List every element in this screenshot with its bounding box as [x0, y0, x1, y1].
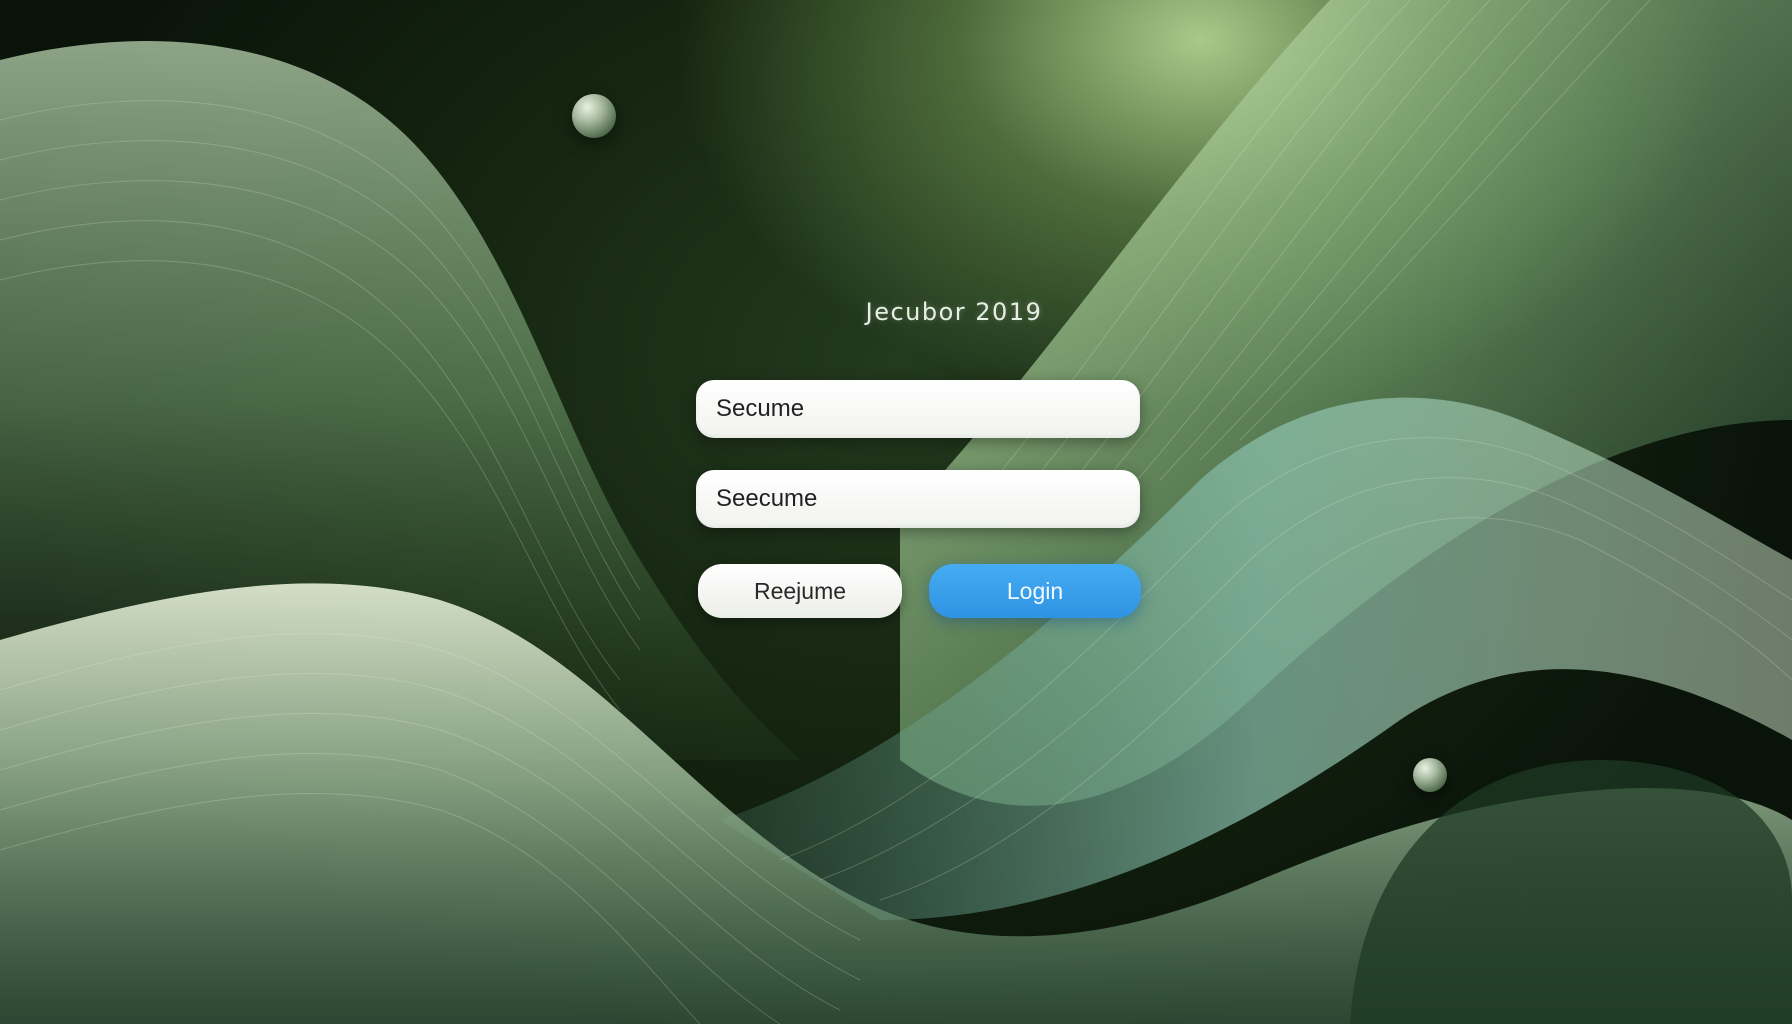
secondary-button[interactable]: Reejume	[698, 564, 902, 618]
page-title: Jecubor 2019	[865, 298, 1043, 326]
login-screen: Jecubor 2019 Reejume Login	[0, 0, 1792, 1024]
username-field[interactable]	[696, 380, 1140, 438]
decorative-orb	[1413, 758, 1447, 792]
login-button[interactable]: Login	[929, 564, 1141, 618]
decorative-orb	[572, 94, 616, 138]
password-field[interactable]	[696, 470, 1140, 528]
